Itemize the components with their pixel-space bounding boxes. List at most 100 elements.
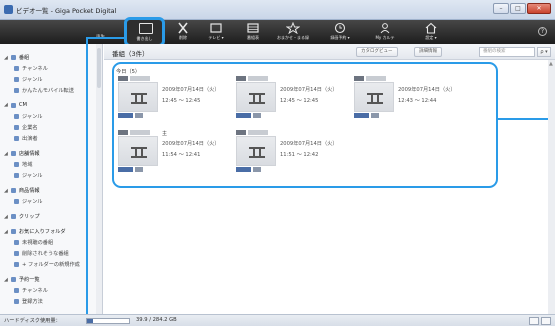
my-karte-button[interactable]: My カルテ <box>370 20 400 44</box>
sidebar-item-label: 商品情報 <box>18 188 40 194</box>
expand-arrow-icon[interactable]: ◢ <box>4 102 8 108</box>
folder-icon <box>14 288 19 293</box>
program-guide-button[interactable]: 番組表 <box>242 20 264 44</box>
list-view-icon[interactable] <box>529 317 539 325</box>
disk-usage-meter <box>86 318 130 324</box>
status-bar: ハードディスク使用量： 39.9 / 284.2 GB <box>0 314 555 326</box>
tv-icon <box>210 23 222 33</box>
sidebar-item-label: ジャンル <box>22 199 43 205</box>
sidebar-item[interactable]: 地域 <box>14 161 32 168</box>
folder-icon <box>10 151 16 156</box>
minimize-button[interactable]: – <box>493 3 509 14</box>
sidebar-item[interactable]: ジャンル <box>14 76 43 83</box>
export-label: 書き出し <box>136 36 153 41</box>
sidebar-item[interactable]: ◢ クリップ <box>4 213 40 221</box>
window-title: ビデオ一覧 - Giga Pocket Digital <box>16 7 117 15</box>
expand-arrow-icon[interactable]: ◢ <box>4 277 8 283</box>
folder-icon <box>14 199 19 204</box>
maximize-button[interactable]: □ <box>510 3 526 14</box>
delete-button[interactable]: 削除 <box>172 20 194 44</box>
sidebar-item-label: クリップ <box>18 214 40 220</box>
detail-info-button[interactable]: 詳細情報 <box>414 47 442 57</box>
window-controls: – □ ✕ <box>493 3 551 14</box>
sidebar-item-label: 出演者 <box>22 136 38 142</box>
folder-icon <box>14 299 19 304</box>
folder-icon <box>14 77 19 82</box>
sidebar-item[interactable]: ジャンル <box>14 172 43 179</box>
content-highlight <box>112 62 498 188</box>
expand-arrow-icon[interactable]: ◢ <box>4 229 8 235</box>
folder-icon <box>14 66 19 71</box>
sidebar-item[interactable]: 未視聴の番組 <box>14 239 53 246</box>
sidebar-item[interactable]: ◢ お気に入りフォルダ <box>4 228 66 236</box>
sidebar-item[interactable]: ジャンル <box>14 198 43 205</box>
help-icon[interactable]: ? <box>538 27 547 36</box>
folder-icon <box>10 55 16 60</box>
sidebar-item[interactable]: 出演者 <box>14 135 38 142</box>
sidebar-item-label: 地域 <box>22 162 33 168</box>
expand-arrow-icon[interactable]: ◢ <box>4 151 8 157</box>
sidebar-item[interactable]: チャンネル <box>14 287 48 294</box>
catalog-view-button[interactable]: カタログビュー <box>356 47 398 57</box>
sidebar-item[interactable]: ◢ 店舗情報 <box>4 150 40 158</box>
sidebar-item-label: CM <box>18 102 27 108</box>
sidebar-item-label: 企業名 <box>22 125 38 131</box>
expand-arrow-icon[interactable]: ◢ <box>4 214 8 220</box>
sidebar-item-label: 予約一覧 <box>18 277 40 283</box>
sidebar-item[interactable]: ◢ 商品情報 <box>4 187 40 195</box>
view-toggle <box>529 317 551 325</box>
program-guide-icon <box>247 23 259 33</box>
main-pane: 番組（3件） カタログビュー 詳細情報 番組の検索 ρ ▾ 今日（5） 2009… <box>104 44 555 314</box>
app-icon <box>4 5 13 14</box>
auto-record-button[interactable]: おまかせ・まる録 <box>276 20 310 44</box>
sidebar-item[interactable]: チャンネル <box>14 65 48 72</box>
scrollbar-thumb[interactable] <box>97 48 101 88</box>
sidebar-item-label: 未視聴の番組 <box>22 240 54 246</box>
folder-icon <box>10 277 16 282</box>
folder-icon <box>14 240 19 245</box>
folder-icon <box>14 162 19 167</box>
folder-icon <box>14 136 19 141</box>
disk-usage-label: ハードディスク使用量： <box>4 318 61 324</box>
sidebar-item[interactable]: ジャンル <box>14 113 43 120</box>
main-scrollbar[interactable]: ▲ <box>548 60 555 314</box>
export-button[interactable]: 書き出し <box>124 17 165 47</box>
sidebar-item[interactable]: ◢ 番組 <box>4 54 29 62</box>
callout-line-right <box>498 118 555 120</box>
sidebar-item[interactable]: 企業名 <box>14 124 38 131</box>
settings-button[interactable]: 設定 ▾ <box>418 20 444 44</box>
sidebar-item[interactable]: 登録方法 <box>14 298 43 305</box>
grid-view-icon[interactable] <box>541 317 551 325</box>
sidebar-item[interactable]: ◢ CM <box>4 102 27 108</box>
sidebar-item[interactable]: 削除されそうな番組 <box>14 250 69 257</box>
export-icon <box>139 23 153 34</box>
record-reserve-button[interactable]: 録画予約 ▾ <box>325 20 355 44</box>
folder-icon <box>10 102 16 108</box>
toolbar-label: おまかせ・まる録 <box>277 35 309 40</box>
expand-arrow-icon[interactable]: ◢ <box>4 55 8 61</box>
toolbar-label: 番組表 <box>247 35 259 40</box>
disk-usage-fill <box>87 319 93 323</box>
person-icon <box>380 23 390 34</box>
close-button[interactable]: ✕ <box>527 3 551 14</box>
folder-icon <box>14 114 19 119</box>
sidebar-item[interactable]: ◢ 予約一覧 <box>4 276 40 284</box>
folder-icon <box>10 188 16 193</box>
sidebar-item[interactable]: かんたんモバイル転送 <box>14 87 74 94</box>
folder-icon <box>14 88 19 93</box>
toolbar-label: My カルテ <box>375 35 395 40</box>
sidebar-scrollbar[interactable] <box>96 44 102 314</box>
sidebar-item[interactable]: + フォルダーの新規作成 <box>14 261 80 268</box>
sidebar-item-label: ジャンル <box>22 173 43 179</box>
search-input[interactable]: 番組の検索 <box>479 47 535 57</box>
search-button[interactable]: ρ ▾ <box>537 47 551 57</box>
tv-button[interactable]: テレビ ▾ <box>203 20 229 44</box>
sidebar-item-label: チャンネル <box>22 288 48 294</box>
sidebar-item-label: 店舗情報 <box>18 151 40 157</box>
folder-icon <box>14 251 19 256</box>
window-titlebar: ビデオ一覧 - Giga Pocket Digital – □ ✕ <box>0 0 555 20</box>
toolbar-label: 削除 <box>179 35 187 40</box>
folder-icon <box>10 214 16 219</box>
scroll-up-icon[interactable]: ▲ <box>549 62 554 67</box>
expand-arrow-icon[interactable]: ◢ <box>4 188 8 194</box>
